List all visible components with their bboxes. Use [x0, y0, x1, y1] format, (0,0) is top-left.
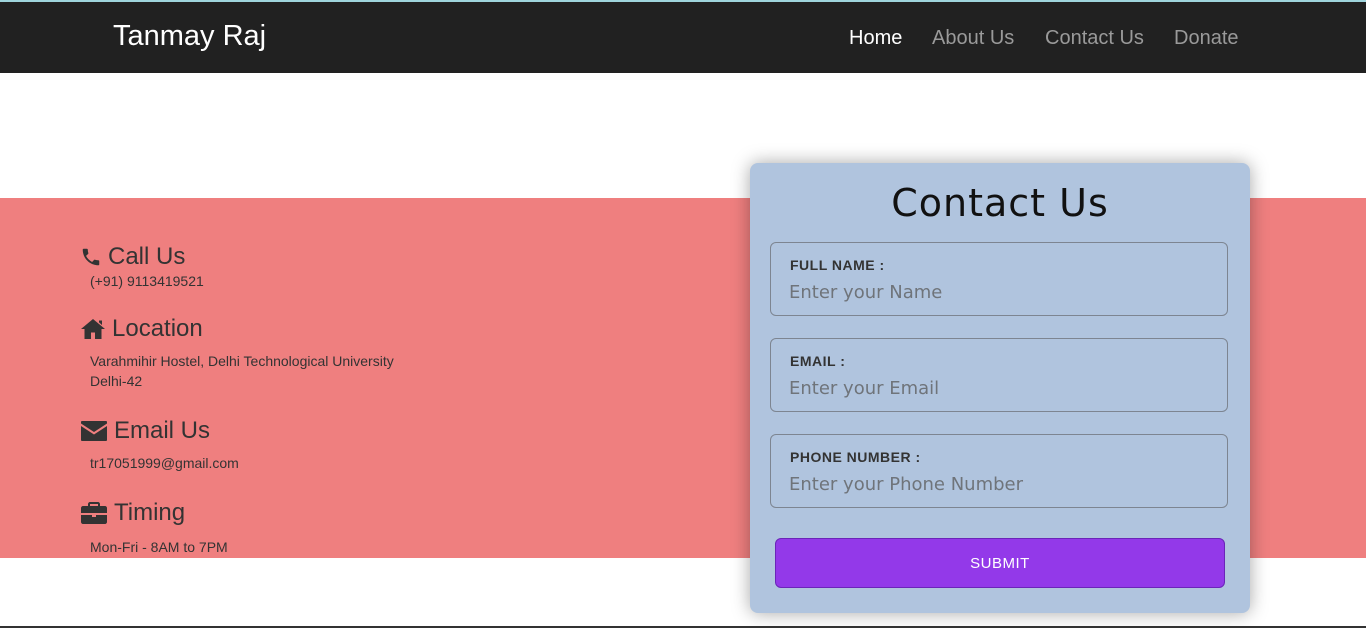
location-title: Location [112, 315, 203, 342]
timing-block: Timing Mon-Fri - 8AM to 7PM [80, 499, 228, 557]
submit-button[interactable]: SUBMIT [775, 538, 1225, 588]
nav-link-home[interactable]: Home [849, 27, 902, 50]
address-line-1: Varahmihir Hostel, Delhi Technological U… [90, 353, 394, 369]
email-field: EMAIL : [770, 338, 1228, 412]
email-us-title: Email Us [114, 417, 211, 444]
phone-number-field: PHONE NUMBER : [770, 434, 1228, 508]
timing-title: Timing [114, 499, 186, 526]
timing-text: Mon-Fri - 8AM to 7PM [90, 539, 228, 555]
full-name-input[interactable] [789, 279, 1209, 305]
email-input[interactable] [789, 375, 1209, 401]
contact-form-card: Contact Us FULL NAME : EMAIL : PHONE NUM… [750, 163, 1250, 613]
call-us-title: Call Us [108, 243, 186, 270]
location-block: Location Varahmihir Hostel, Delhi Techno… [80, 315, 394, 391]
contact-form-title: Contact Us [891, 181, 1109, 225]
brand-logo-text[interactable]: Tanmay Raj [113, 20, 266, 53]
email-us-heading: Email Us [80, 417, 239, 445]
full-name-field: FULL NAME : [770, 242, 1228, 316]
email-label: EMAIL : [790, 353, 846, 369]
nav-link-about-us[interactable]: About Us [932, 27, 1014, 50]
email-us-block: Email Us tr17051999@gmail.com [80, 417, 239, 473]
navbar: Tanmay Raj Home About Us Contact Us Dona… [0, 2, 1366, 73]
full-name-label: FULL NAME : [790, 257, 885, 273]
phone-number-label: PHONE NUMBER : [790, 449, 921, 465]
address-line-2: Delhi-42 [90, 373, 143, 389]
phone-icon [80, 246, 102, 268]
location-heading: Location [80, 315, 394, 343]
envelope-icon [80, 420, 108, 442]
phone-number-input[interactable] [789, 471, 1209, 497]
call-us-heading: Call Us [80, 243, 204, 271]
email-address-text: tr17051999@gmail.com [90, 455, 239, 471]
briefcase-icon [80, 501, 108, 525]
call-us-block: Call Us (+91) 9113419521 [80, 243, 204, 291]
nav-link-contact-us[interactable]: Contact Us [1045, 27, 1144, 50]
home-icon [80, 317, 106, 341]
phone-number-text: (+91) 9113419521 [90, 273, 204, 289]
nav-link-donate[interactable]: Donate [1174, 27, 1239, 50]
timing-heading: Timing [80, 499, 228, 527]
